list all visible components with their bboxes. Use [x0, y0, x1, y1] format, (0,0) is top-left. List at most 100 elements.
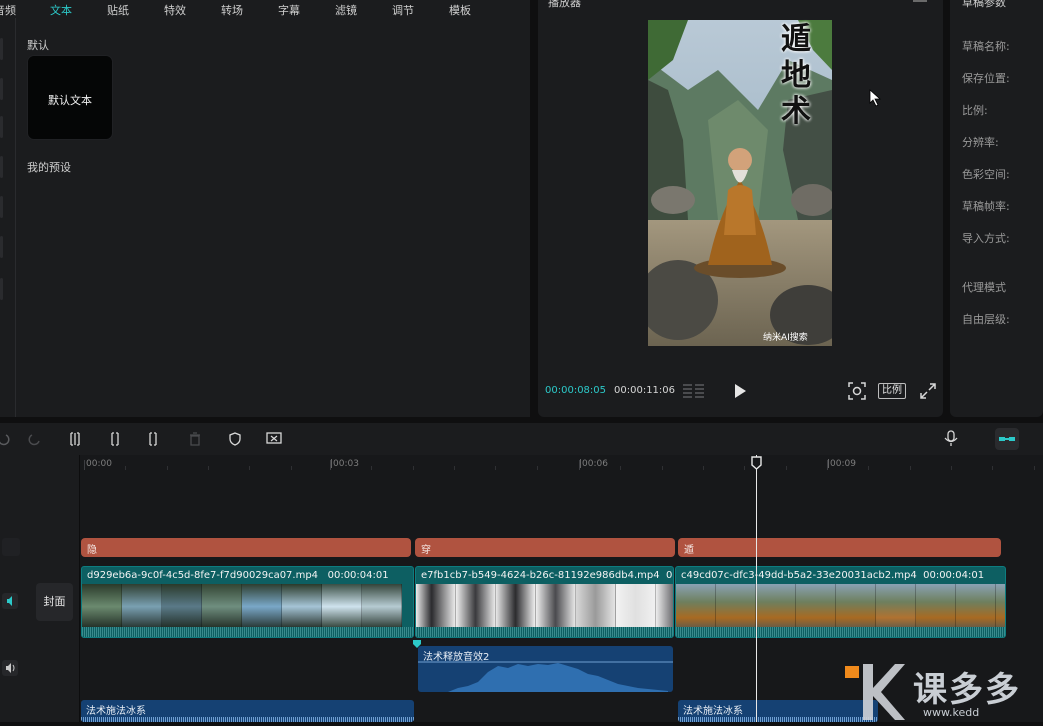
video-clip-name: e7fb1cb7-b549-4624-b26c-81192e986db4.mp4… — [421, 570, 673, 581]
total-time: 00:00:11:06 — [614, 385, 676, 396]
rail-item[interactable] — [0, 78, 3, 100]
ratio-button[interactable]: 比例 — [878, 383, 906, 399]
audio-waveform — [81, 717, 414, 722]
mouse-cursor-icon — [869, 89, 881, 107]
ruler-minor-tick — [537, 466, 538, 470]
ruler-minor-tick — [744, 466, 745, 470]
ruler-tick — [84, 460, 85, 470]
split-right-icon[interactable] — [148, 432, 162, 446]
ruler-minor-tick — [413, 466, 414, 470]
speaker-icon — [7, 596, 12, 606]
audio-clip[interactable]: 法术释放音效2 — [418, 646, 673, 692]
ruler-minor-tick — [786, 466, 787, 470]
rail-item[interactable] — [0, 156, 3, 178]
prop-import-mode: 导入方式: — [962, 232, 1010, 245]
rail-item[interactable] — [0, 196, 3, 218]
delete-icon[interactable] — [188, 432, 202, 446]
current-time: 00:00:08:05 — [545, 385, 607, 396]
ruler-minor-tick — [868, 466, 869, 470]
prop-free-layer: 自由层级: — [962, 313, 1010, 326]
video-watermark: 纳米AI搜索 — [763, 333, 808, 343]
ruler-minor-tick — [495, 466, 496, 470]
undo-icon[interactable] — [0, 432, 10, 446]
text-clip[interactable]: 穿 — [415, 538, 675, 557]
text-clip-label: 遁 — [684, 545, 694, 556]
audio-clip-name: 法术施法冰系 — [86, 706, 146, 717]
split-icon[interactable] — [68, 432, 82, 446]
playhead-handle[interactable] — [751, 456, 762, 470]
rail-item[interactable] — [0, 278, 3, 300]
ruler-minor-tick — [703, 466, 704, 470]
play-icon[interactable] — [733, 383, 747, 399]
video-clip-name: c49cd07c-dfc3-49dd-b5a2-33e20031acb2.mp4… — [681, 570, 985, 581]
split-left-icon[interactable] — [108, 432, 122, 446]
tab-adjust[interactable]: 调节 — [392, 2, 414, 18]
prop-draft-name: 草稿名称: — [962, 40, 1010, 53]
link-icon — [999, 437, 1015, 441]
prop-color-space: 色彩空间: — [962, 168, 1010, 181]
grid-icon[interactable] — [683, 383, 705, 399]
text-clip[interactable]: 遁 — [678, 538, 1001, 557]
rail-item[interactable] — [0, 236, 3, 258]
logo-text: 课多多 — [913, 670, 1021, 710]
ruler-minor-tick — [620, 466, 621, 470]
video-clip-waveform — [676, 627, 1005, 637]
shield-icon[interactable] — [228, 432, 242, 446]
video-thumbnails — [82, 584, 413, 629]
tab-stickers[interactable]: 贴纸 — [107, 2, 129, 18]
mute-track-icon[interactable] — [2, 593, 18, 609]
snapshot-icon[interactable] — [848, 382, 866, 400]
ruler-minor-tick — [662, 466, 663, 470]
ruler-minor-tick — [167, 466, 168, 470]
text-clip[interactable]: 隐 — [81, 538, 411, 557]
category-rail — [0, 18, 16, 417]
main-track-link-toggle[interactable] — [995, 428, 1019, 450]
props-title: 草稿参数 — [962, 0, 1006, 9]
video-clip-waveform — [82, 627, 413, 637]
prop-save-location: 保存位置: — [962, 72, 1010, 85]
media-tabs: 音频 文本 贴纸 特效 转场 字幕 滤镜 调节 模板 — [0, 0, 530, 18]
video-clip[interactable]: e7fb1cb7-b549-4624-b26c-81192e986db4.mp4… — [415, 566, 674, 638]
microphone-icon[interactable] — [944, 430, 958, 447]
default-text-card-label: 默认文本 — [48, 94, 92, 107]
video-clip-waveform — [416, 627, 673, 637]
tab-templates[interactable]: 模板 — [449, 2, 471, 18]
prop-proxy-mode: 代理模式 — [962, 281, 1006, 294]
video-title-overlay: 遁地术 — [781, 22, 811, 129]
ai-cut-icon[interactable] — [266, 432, 284, 446]
default-text-card[interactable]: 默认文本 — [27, 55, 113, 140]
ruler-minor-tick — [208, 466, 209, 470]
tab-captions[interactable]: 字幕 — [278, 2, 300, 18]
ruler-minor-tick — [125, 466, 126, 470]
fullscreen-icon[interactable] — [920, 383, 936, 399]
ruler-minor-tick — [454, 466, 455, 470]
ruler-minor-tick — [1034, 466, 1035, 470]
menu-icon[interactable] — [913, 0, 927, 2]
audio-waveform — [418, 661, 673, 692]
redo-icon[interactable] — [28, 432, 42, 446]
logo-subtext: www.kedd — [923, 706, 980, 719]
ruler-minor-tick — [291, 466, 292, 470]
tab-text[interactable]: 文本 — [50, 2, 72, 18]
video-clip[interactable]: d929eb6a-9c0f-4c5d-8fe7-f7d90029ca07.mp4… — [81, 566, 414, 638]
prop-ratio: 比例: — [962, 104, 988, 117]
video-clip[interactable]: c49cd07c-dfc3-49dd-b5a2-33e20031acb2.mp4… — [675, 566, 1006, 638]
prop-frame-rate: 草稿帧率: — [962, 200, 1010, 213]
audio-track-icon[interactable] — [2, 660, 18, 676]
time-ruler[interactable] — [80, 455, 1043, 473]
tab-effects[interactable]: 特效 — [164, 2, 186, 18]
cover-button[interactable]: 封面 — [36, 583, 73, 621]
tab-transitions[interactable]: 转场 — [221, 2, 243, 18]
rail-item[interactable] — [0, 38, 3, 60]
ruler-minor-tick — [951, 466, 952, 470]
video-clip-name: d929eb6a-9c0f-4c5d-8fe7-f7d90029ca07.mp4… — [87, 570, 389, 581]
tab-audio[interactable]: 音频 — [0, 2, 16, 18]
playhead-line[interactable] — [756, 455, 757, 722]
tab-filters[interactable]: 滤镜 — [335, 2, 357, 18]
audio-clip[interactable]: 法术施法冰系 — [81, 700, 414, 722]
ruler-label: |00:03 — [330, 459, 359, 469]
text-track-header[interactable] — [2, 538, 20, 556]
audio-clip-name: 法术施法冰系 — [683, 706, 743, 717]
rail-item[interactable] — [0, 116, 3, 138]
my-presets-label: 我的预设 — [27, 161, 71, 174]
